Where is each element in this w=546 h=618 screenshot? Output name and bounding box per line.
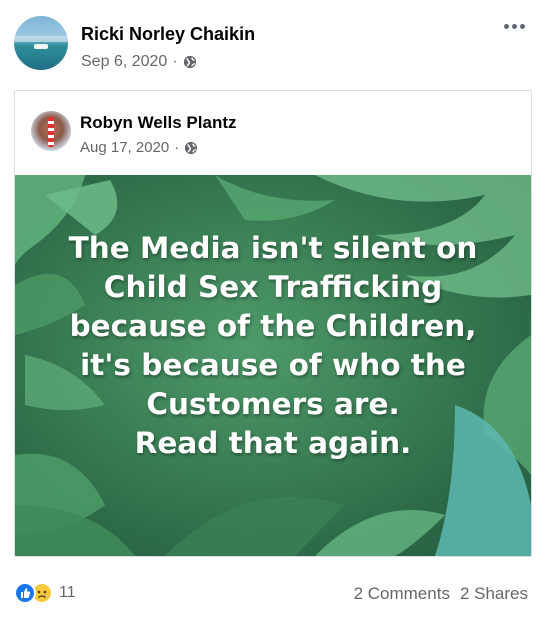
- post-footer: 11 2 Comments 2 Shares: [14, 582, 532, 610]
- reaction-count[interactable]: 11: [59, 584, 76, 602]
- meta-separator: ·: [174, 139, 180, 156]
- engagement-counts: 2 Comments 2 Shares: [354, 584, 528, 604]
- quote-line: Read that again.: [134, 426, 412, 460]
- shared-post-image[interactable]: The Media isn't silent on Child Sex Traf…: [15, 175, 531, 556]
- like-icon: [14, 582, 36, 604]
- quote-line: it's because of who the: [80, 348, 466, 382]
- globe-icon[interactable]: [184, 141, 198, 155]
- avatar-shoreline: [14, 36, 68, 42]
- meta-separator: ·: [172, 53, 178, 70]
- shared-author-avatar[interactable]: [31, 111, 71, 151]
- shared-author-name[interactable]: Robyn Wells Plantz: [80, 113, 237, 133]
- shared-post-meta: Aug 17, 2020 ·: [80, 139, 198, 156]
- post-meta: Sep 6, 2020 ·: [81, 53, 197, 71]
- avatar-boat: [34, 44, 48, 49]
- post-date[interactable]: Sep 6, 2020: [81, 53, 167, 71]
- author-name[interactable]: Ricki Norley Chaikin: [81, 24, 255, 45]
- shares-count-link[interactable]: 2 Shares: [460, 584, 528, 604]
- post-header: Ricki Norley Chaikin Sep 6, 2020 ·: [14, 16, 532, 76]
- more-dot: [503, 23, 509, 29]
- shared-post-header: Robyn Wells Plantz Aug 17, 2020 ·: [31, 107, 511, 157]
- image-quote-text: The Media isn't silent on Child Sex Traf…: [33, 229, 513, 463]
- quote-line: Customers are.: [146, 387, 400, 421]
- comments-count-link[interactable]: 2 Comments: [354, 584, 450, 604]
- quote-line: Child Sex Trafficking: [103, 270, 443, 304]
- avatar-barber-pole: [48, 117, 54, 147]
- globe-icon[interactable]: [183, 55, 197, 69]
- quote-line: because of the Children,: [69, 309, 477, 343]
- facebook-post: Ricki Norley Chaikin Sep 6, 2020 · Robyn…: [0, 0, 546, 618]
- more-options-icon[interactable]: [496, 14, 532, 38]
- more-dot: [519, 23, 525, 29]
- shared-post-date[interactable]: Aug 17, 2020: [80, 139, 169, 156]
- author-avatar[interactable]: [14, 16, 68, 70]
- more-dot: [511, 23, 517, 29]
- shared-post-card[interactable]: Robyn Wells Plantz Aug 17, 2020 · The Me…: [14, 90, 532, 557]
- quote-line: The Media isn't silent on: [68, 231, 478, 265]
- reactions-summary[interactable]: 11: [14, 582, 76, 604]
